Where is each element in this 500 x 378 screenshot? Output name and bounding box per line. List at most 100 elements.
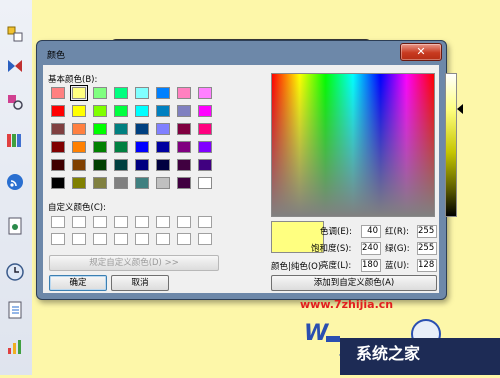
custom-color-swatch[interactable] bbox=[177, 216, 191, 228]
custom-color-swatch[interactable] bbox=[156, 233, 170, 245]
ok-button[interactable]: 确定 bbox=[49, 275, 107, 291]
basic-color-swatch[interactable] bbox=[114, 87, 128, 99]
basic-color-swatch[interactable] bbox=[156, 141, 170, 153]
left-toolbar bbox=[0, 0, 33, 375]
hue-field[interactable]: 40 bbox=[361, 225, 381, 238]
basic-color-swatch[interactable] bbox=[114, 177, 128, 189]
luminance-label: 亮度(L): bbox=[320, 261, 352, 271]
basic-color-swatch[interactable] bbox=[93, 177, 107, 189]
custom-color-swatch[interactable] bbox=[72, 233, 86, 245]
basic-color-swatch[interactable] bbox=[198, 123, 212, 135]
close-button[interactable]: ✕ bbox=[400, 43, 442, 61]
flip-icon[interactable] bbox=[5, 56, 25, 76]
basic-color-swatch[interactable] bbox=[198, 105, 212, 117]
logo-text: 系统之家 bbox=[356, 344, 421, 363]
custom-color-swatch[interactable] bbox=[72, 216, 86, 228]
saturation-label: 饱和度(S): bbox=[311, 244, 352, 254]
shapes-icon[interactable] bbox=[5, 92, 25, 112]
dialog-title: 颜色 bbox=[47, 51, 66, 61]
custom-color-swatch[interactable] bbox=[177, 233, 191, 245]
green-label: 绿(G): bbox=[385, 244, 410, 254]
basic-color-swatch[interactable] bbox=[93, 141, 107, 153]
basic-color-swatch[interactable] bbox=[177, 141, 191, 153]
basic-color-swatch[interactable] bbox=[198, 141, 212, 153]
close-icon: ✕ bbox=[416, 45, 426, 58]
basic-color-swatch[interactable] bbox=[51, 177, 65, 189]
basic-color-swatch[interactable] bbox=[198, 177, 212, 189]
saturation-field[interactable]: 240 bbox=[361, 242, 381, 255]
custom-color-swatch[interactable] bbox=[198, 233, 212, 245]
custom-color-swatch[interactable] bbox=[51, 233, 65, 245]
custom-color-swatch[interactable] bbox=[156, 216, 170, 228]
custom-color-swatch[interactable] bbox=[198, 216, 212, 228]
chart-icon[interactable] bbox=[5, 336, 25, 356]
blue-label: 蓝(U): bbox=[385, 261, 410, 271]
basic-color-swatch[interactable] bbox=[51, 87, 65, 99]
basic-color-swatch[interactable] bbox=[72, 177, 86, 189]
basic-color-swatch[interactable] bbox=[93, 105, 107, 117]
list-icon[interactable] bbox=[5, 300, 25, 320]
add-to-custom-colors-button[interactable]: 添加到自定义颜色(A) bbox=[271, 275, 437, 291]
basic-color-swatch[interactable] bbox=[70, 85, 88, 101]
basic-color-swatch[interactable] bbox=[51, 123, 65, 135]
basic-color-swatch[interactable] bbox=[177, 123, 191, 135]
basic-color-swatch[interactable] bbox=[93, 87, 107, 99]
basic-color-swatch[interactable] bbox=[51, 105, 65, 117]
basic-color-swatch[interactable] bbox=[51, 159, 65, 171]
basic-color-swatch[interactable] bbox=[177, 159, 191, 171]
basic-color-swatch[interactable] bbox=[177, 87, 191, 99]
watermark-logo: W 系统之家 bbox=[300, 312, 500, 375]
custom-color-swatch[interactable] bbox=[135, 233, 149, 245]
blue-field[interactable]: 128 bbox=[417, 259, 437, 272]
basic-color-swatch[interactable] bbox=[114, 141, 128, 153]
basic-color-swatch[interactable] bbox=[177, 105, 191, 117]
basic-color-swatch[interactable] bbox=[177, 177, 191, 189]
basic-color-swatch[interactable] bbox=[114, 123, 128, 135]
basic-color-swatch[interactable] bbox=[114, 105, 128, 117]
custom-color-swatch[interactable] bbox=[114, 216, 128, 228]
basic-color-swatch[interactable] bbox=[156, 87, 170, 99]
select-icon[interactable] bbox=[5, 24, 25, 44]
define-custom-colors-button[interactable]: 规定自定义颜色(D) >> bbox=[49, 255, 219, 271]
basic-color-swatch[interactable] bbox=[135, 159, 149, 171]
basic-color-swatch[interactable] bbox=[93, 159, 107, 171]
custom-color-swatch[interactable] bbox=[51, 216, 65, 228]
dialog-titlebar[interactable]: 颜色 ✕ bbox=[37, 41, 446, 65]
color-spectrum[interactable] bbox=[271, 73, 435, 217]
basic-color-swatch[interactable] bbox=[51, 141, 65, 153]
green-field[interactable]: 255 bbox=[417, 242, 437, 255]
basic-color-swatch[interactable] bbox=[156, 159, 170, 171]
clock-icon[interactable] bbox=[5, 262, 25, 282]
basic-color-swatch[interactable] bbox=[114, 159, 128, 171]
basic-color-swatch[interactable] bbox=[135, 123, 149, 135]
custom-colors-label: 自定义颜色(C): bbox=[48, 203, 106, 213]
basic-color-swatch[interactable] bbox=[72, 141, 86, 153]
basic-color-swatch[interactable] bbox=[93, 123, 107, 135]
basic-color-swatch[interactable] bbox=[72, 159, 86, 171]
basic-color-swatch[interactable] bbox=[135, 87, 149, 99]
basic-color-swatch[interactable] bbox=[198, 159, 212, 171]
luminance-arrow-icon[interactable] bbox=[457, 104, 463, 114]
custom-color-swatch[interactable] bbox=[114, 233, 128, 245]
dialog-client: 基本颜色(B): 自定义颜色(C): 规定自定义颜色(D) >> 确定 取消 颜… bbox=[43, 65, 463, 293]
basic-color-swatch[interactable] bbox=[135, 105, 149, 117]
custom-color-swatch[interactable] bbox=[135, 216, 149, 228]
red-field[interactable]: 255 bbox=[417, 225, 437, 238]
basic-color-swatch[interactable] bbox=[135, 141, 149, 153]
basic-color-swatch[interactable] bbox=[156, 177, 170, 189]
basic-color-swatch[interactable] bbox=[72, 123, 86, 135]
page-icon[interactable] bbox=[5, 216, 25, 236]
luminance-field[interactable]: 180 bbox=[361, 259, 381, 272]
basic-color-swatch[interactable] bbox=[72, 105, 86, 117]
basic-color-swatch[interactable] bbox=[198, 87, 212, 99]
custom-color-swatch[interactable] bbox=[93, 216, 107, 228]
basic-color-swatch[interactable] bbox=[156, 123, 170, 135]
custom-color-swatch[interactable] bbox=[93, 233, 107, 245]
cancel-button[interactable]: 取消 bbox=[111, 275, 169, 291]
basic-color-swatch[interactable] bbox=[156, 105, 170, 117]
luminance-slider[interactable] bbox=[445, 73, 457, 217]
basic-color-swatch[interactable] bbox=[135, 177, 149, 189]
rss-icon[interactable] bbox=[5, 172, 25, 192]
basic-colors-label: 基本颜色(B): bbox=[48, 75, 98, 85]
layers-icon[interactable] bbox=[5, 130, 25, 150]
